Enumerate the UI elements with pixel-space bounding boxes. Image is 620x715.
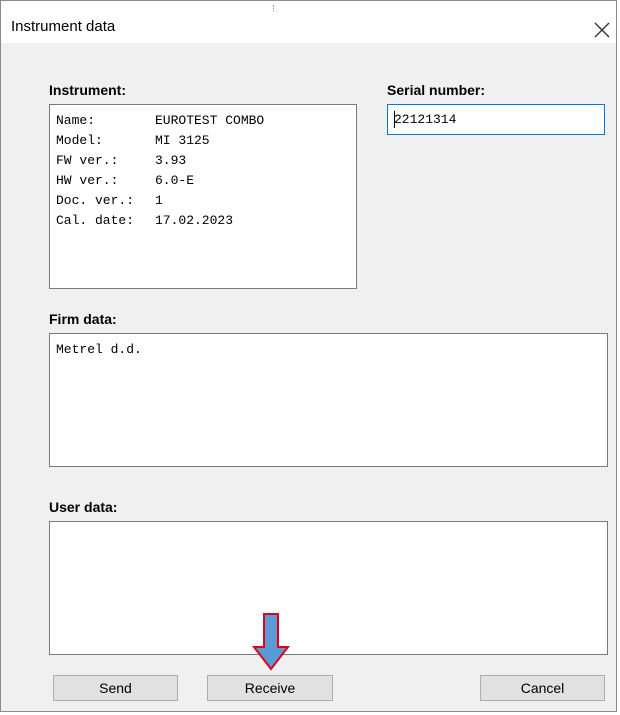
instrument-value: 17.02.2023 xyxy=(155,213,234,228)
instrument-key: Cal. date: xyxy=(56,213,135,228)
instrument-row-fw: FW ver.: 3.93 xyxy=(56,151,350,171)
receive-button[interactable]: Receive xyxy=(207,675,333,701)
instrument-value: 1 xyxy=(155,193,163,208)
instrument-row-model: Model: MI 3125 xyxy=(56,131,350,151)
firm-data-field[interactable]: Metrel d.d. xyxy=(49,333,608,467)
resize-grip-icon xyxy=(273,5,277,11)
instrument-info-box: Name: EUROTEST COMBO Model: MI 3125 FW ver… xyxy=(49,104,357,289)
instrument-row-cal: Cal. date: 17.02.2023 xyxy=(56,211,350,231)
instrument-row-name: Name: EUROTEST COMBO xyxy=(56,111,350,131)
send-button[interactable]: Send xyxy=(53,675,178,701)
instrument-key: FW ver.: xyxy=(56,153,119,168)
instrument-key: HW ver.: xyxy=(56,173,119,188)
user-data-field[interactable] xyxy=(49,521,608,655)
down-arrow-icon xyxy=(252,613,290,671)
text-caret xyxy=(394,111,395,128)
serial-number-label: Serial number: xyxy=(387,82,486,98)
instrument-key: Doc. ver.: xyxy=(56,193,135,208)
instrument-row-doc: Doc. ver.: 1 xyxy=(56,191,350,211)
instrument-key: Model: xyxy=(56,133,103,148)
instrument-row-hw: HW ver.: 6.0-E xyxy=(56,171,350,191)
firm-data-label: Firm data: xyxy=(49,311,117,327)
serial-number-value: 22121314 xyxy=(394,112,457,127)
cancel-button[interactable]: Cancel xyxy=(480,675,605,701)
instrument-value: MI 3125 xyxy=(155,133,210,148)
close-icon[interactable] xyxy=(587,11,615,39)
serial-number-field[interactable]: 22121314 xyxy=(387,104,605,135)
instrument-key: Name: xyxy=(56,113,96,128)
instrument-data-dialog: Instrument data Instrument: Name: EUROTES… xyxy=(0,0,617,712)
window-title: Instrument data xyxy=(11,18,116,35)
instrument-label: Instrument: xyxy=(49,82,126,98)
title-bar: Instrument data xyxy=(1,1,616,43)
user-data-label: User data: xyxy=(49,499,118,515)
firm-data-value: Metrel d.d. xyxy=(56,342,142,357)
instrument-value: EUROTEST COMBO xyxy=(155,113,265,128)
instrument-value: 6.0-E xyxy=(155,173,195,188)
instrument-value: 3.93 xyxy=(155,153,187,168)
